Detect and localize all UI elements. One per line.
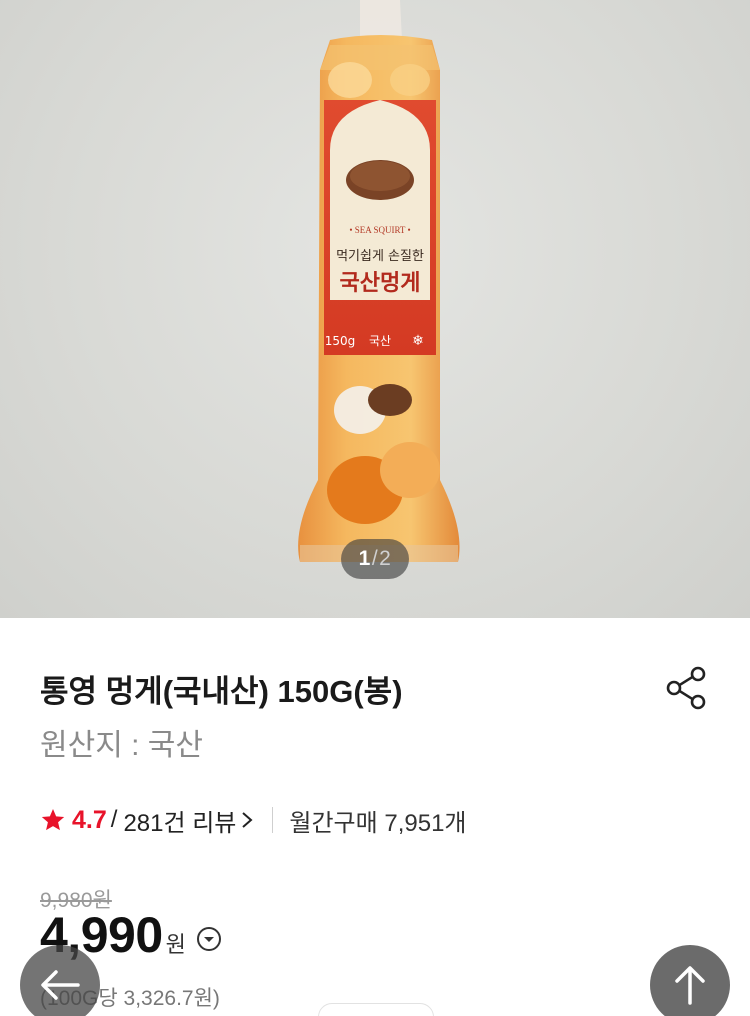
- bottom-option-tab[interactable]: [318, 1003, 434, 1016]
- svg-text:• SEA SQUIRT •: • SEA SQUIRT •: [349, 225, 410, 235]
- star-icon: [41, 808, 65, 831]
- product-info-section: 통영 멍게(국내산) 150G(봉) 원산지 : 국산 4.7 / 281건 리…: [0, 618, 750, 1016]
- svg-text:국산: 국산: [369, 334, 391, 348]
- review-link[interactable]: 281건 리뷰: [123, 803, 254, 838]
- svg-text:먹기쉽게 손질한: 먹기쉽게 손질한: [336, 249, 424, 264]
- review-count: 281건 리뷰: [123, 809, 237, 837]
- product-photo: • SEA SQUIRT • 먹기쉽게 손질한 국산멍게 150g 국산 ❄: [298, 0, 460, 562]
- arrow-left-icon: [41, 970, 80, 1000]
- svg-text:국산멍게: 국산멍게: [340, 271, 421, 296]
- product-title: 통영 멍게(국내산) 150G(봉): [40, 674, 403, 709]
- svg-text:❄: ❄: [412, 332, 424, 348]
- gallery-total-pages: 2: [379, 547, 392, 570]
- chevron-down-circle-icon[interactable]: [196, 926, 222, 952]
- share-icon[interactable]: [660, 662, 712, 714]
- product-origin: 원산지 : 국산: [40, 729, 204, 762]
- rating-row: 4.7 / 281건 리뷰 월간구매 7,951개: [40, 803, 467, 838]
- svg-text:150g: 150g: [325, 334, 356, 348]
- currency-unit: 원: [165, 932, 186, 957]
- arrow-up-icon: [675, 966, 705, 1005]
- gallery-page-indicator: 1 / 2: [341, 539, 409, 579]
- product-image-gallery[interactable]: • SEA SQUIRT • 먹기쉽게 손질한 국산멍게 150g 국산 ❄ 1…: [0, 0, 750, 618]
- rating-separator: /: [110, 806, 118, 833]
- monthly-purchases: 월간구매 7,951개: [289, 809, 467, 837]
- gallery-current-page: 1: [358, 547, 371, 570]
- chevron-right-icon: [242, 812, 253, 828]
- gallery-page-separator: /: [371, 547, 379, 570]
- scroll-to-top-button[interactable]: [650, 945, 730, 1016]
- rating-value: 4.7: [72, 805, 107, 834]
- back-button[interactable]: [20, 945, 100, 1016]
- divider: [272, 807, 274, 833]
